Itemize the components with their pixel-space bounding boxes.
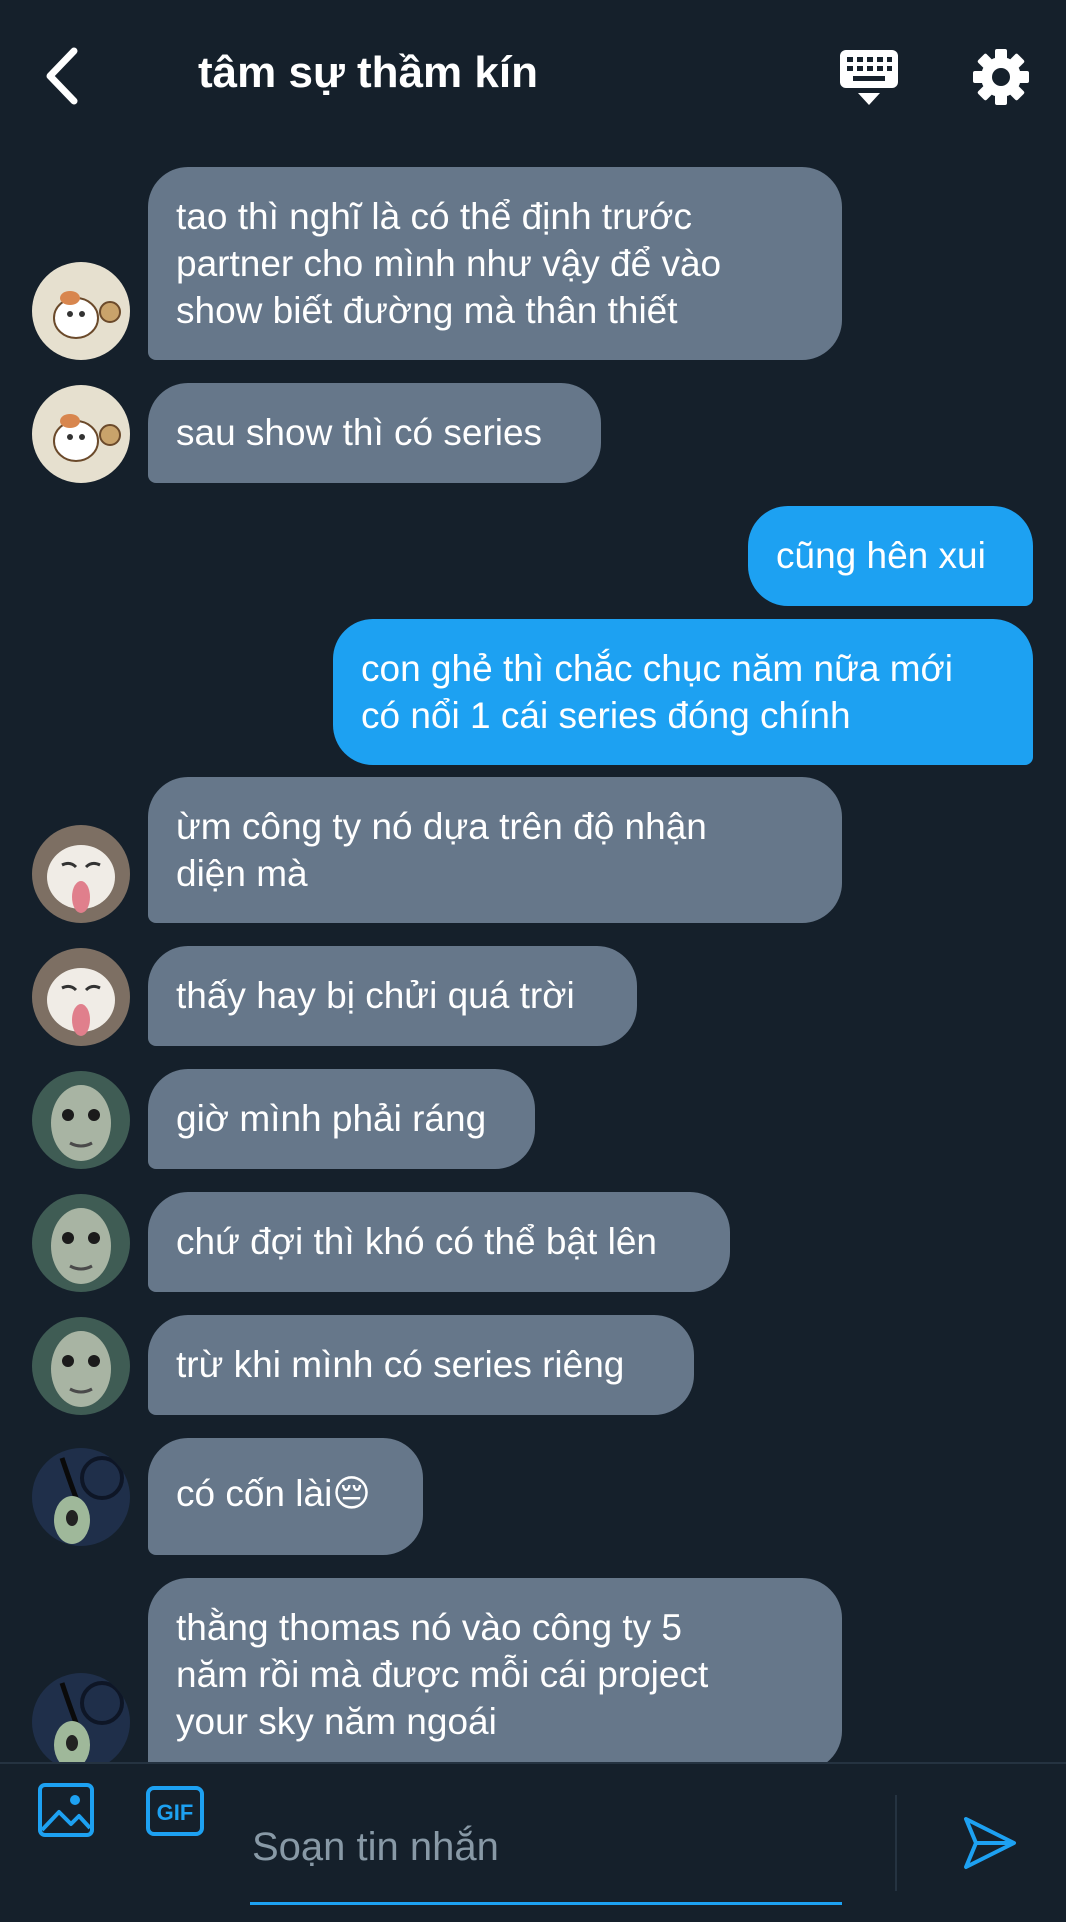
incoming-message-bubble[interactable]: thấy hay bị chửi quá trời bbox=[148, 946, 637, 1046]
incoming-message-bubble[interactable]: thằng thomas nó vào công ty 5 năm rồi mà… bbox=[148, 1578, 842, 1762]
message-text: partner cho mình như vậy để vào bbox=[176, 243, 722, 284]
message-text: tao thì nghĩ là có thể định trước bbox=[176, 196, 692, 237]
chevron-left-icon[interactable] bbox=[38, 45, 88, 107]
send-icon[interactable] bbox=[962, 1815, 1018, 1871]
outgoing-message-bubble[interactable]: con ghẻ thì chắc chục năm nữa mới có nổi… bbox=[333, 619, 1033, 765]
incoming-message-bubble[interactable]: ừm công ty nó dựa trên độ nhận diện mà bbox=[148, 777, 842, 923]
message-text: cũng hên xui bbox=[776, 535, 986, 576]
outgoing-message-bubble[interactable]: cũng hên xui bbox=[748, 506, 1033, 606]
image-icon[interactable] bbox=[37, 1782, 95, 1838]
message-text: có cốn lài😔 bbox=[176, 1473, 371, 1514]
message-text: your sky năm ngoái bbox=[176, 1701, 497, 1742]
incoming-message-bubble[interactable]: tao thì nghĩ là có thể định trước partne… bbox=[148, 167, 842, 360]
conversation-title: tâm sự thầm kín bbox=[198, 48, 538, 97]
composer-divider bbox=[895, 1795, 897, 1891]
gear-icon[interactable] bbox=[972, 48, 1030, 106]
incoming-message-bubble[interactable]: chứ đợi thì khó có thể bật lên bbox=[148, 1192, 730, 1292]
incoming-message-bubble[interactable]: giờ mình phải ráng bbox=[148, 1069, 535, 1169]
message-text: sau show thì có series bbox=[176, 412, 543, 453]
chat-header: tâm sự thầm kín bbox=[0, 0, 1066, 150]
message-text: thấy hay bị chửi quá trời bbox=[176, 975, 575, 1016]
incoming-message-bubble[interactable]: sau show thì có series bbox=[148, 383, 601, 483]
keyboard-icon[interactable] bbox=[838, 48, 900, 108]
fish-avatar[interactable] bbox=[32, 1317, 130, 1415]
message-text: năm rồi mà được mỗi cái project bbox=[176, 1654, 709, 1695]
fish-avatar[interactable] bbox=[32, 1071, 130, 1169]
hamster-avatar[interactable] bbox=[32, 262, 130, 360]
gif-label: GIF bbox=[157, 1800, 194, 1825]
cat-avatar[interactable] bbox=[32, 825, 130, 923]
message-input[interactable] bbox=[250, 1805, 842, 1905]
message-text: thằng thomas nó vào công ty 5 bbox=[176, 1607, 683, 1648]
incoming-message-bubble[interactable]: trừ khi mình có series riêng bbox=[148, 1315, 694, 1415]
incoming-message-bubble[interactable]: có cốn lài😔 bbox=[148, 1438, 423, 1555]
fish-avatar[interactable] bbox=[32, 1194, 130, 1292]
message-text: con ghẻ thì chắc chục năm nữa mới bbox=[361, 648, 953, 689]
message-text: giờ mình phải ráng bbox=[176, 1098, 487, 1139]
squidward-avatar[interactable] bbox=[32, 1673, 130, 1762]
message-text: diện mà bbox=[176, 853, 308, 894]
gif-icon[interactable]: GIF bbox=[145, 1785, 205, 1837]
message-text: chứ đợi thì khó có thể bật lên bbox=[176, 1221, 657, 1262]
message-text: ừm công ty nó dựa trên độ nhận bbox=[176, 806, 707, 847]
message-text: có nổi 1 cái series đóng chính bbox=[361, 695, 851, 736]
message-list[interactable]: tao thì nghĩ là có thể định trước partne… bbox=[0, 150, 1066, 1762]
squidward-avatar[interactable] bbox=[32, 1448, 130, 1546]
cat-avatar[interactable] bbox=[32, 948, 130, 1046]
hamster-avatar[interactable] bbox=[32, 385, 130, 483]
message-text: trừ khi mình có series riêng bbox=[176, 1344, 625, 1385]
message-text: show biết đường mà thân thiết bbox=[176, 290, 678, 331]
